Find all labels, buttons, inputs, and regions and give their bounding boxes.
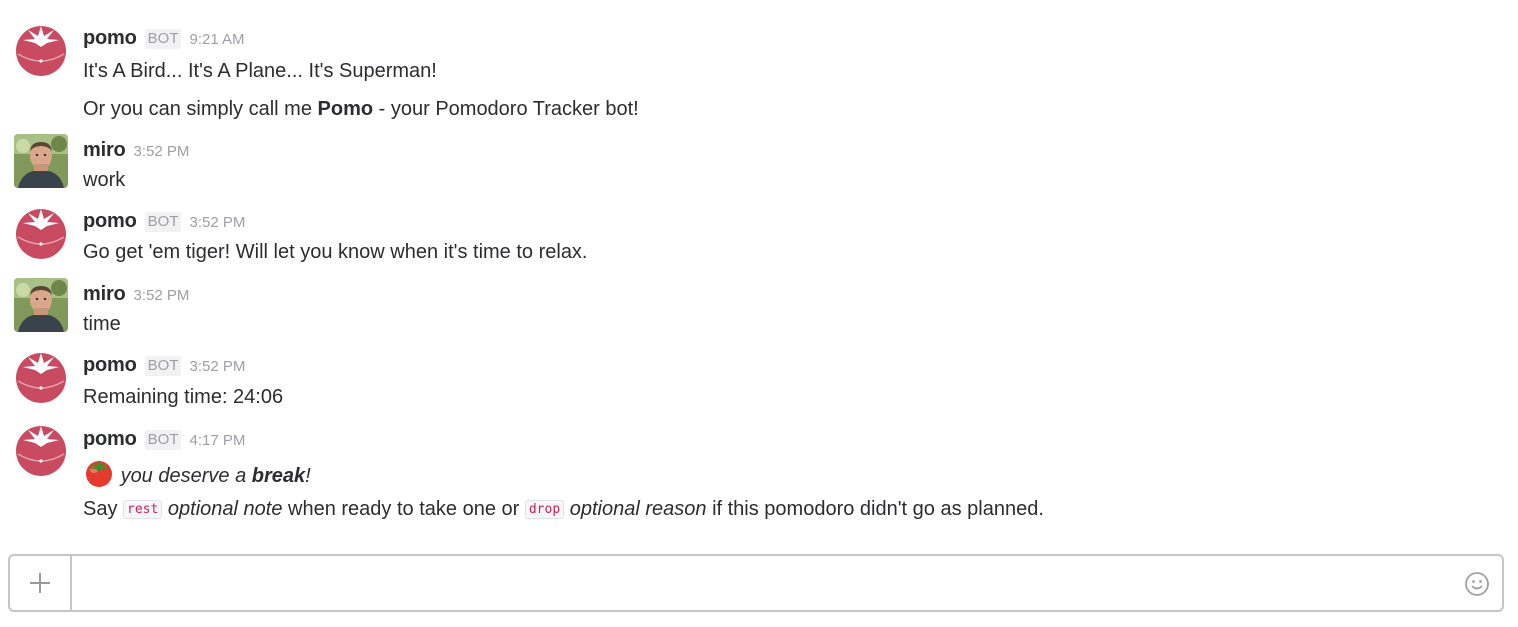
add-attachment-button[interactable] — [10, 556, 72, 610]
message-text: Go get 'em tiger! Will let you know when… — [83, 241, 588, 263]
text-segment: - your Pomodoro Tracker bot! — [373, 98, 639, 120]
message-composer — [8, 554, 1504, 612]
bot-badge: BOT — [144, 356, 182, 376]
message-text: Remaining time: 24:06 — [83, 386, 284, 408]
timestamp[interactable]: 3:52 PM — [189, 214, 245, 231]
italic-text: ! — [305, 465, 311, 487]
bot-badge: BOT — [144, 430, 182, 450]
miro-avatar[interactable] — [14, 134, 68, 188]
plus-icon — [30, 573, 50, 593]
message-header: pomo BOT 3:52 PM — [83, 354, 245, 376]
message-text: Say rest optional note when ready to tak… — [83, 496, 1044, 523]
timestamp[interactable]: 4:17 PM — [189, 432, 245, 449]
message-header: pomo BOT 4:17 PM — [83, 428, 245, 450]
tomato-emoji-icon — [86, 460, 112, 487]
pomo-avatar[interactable] — [14, 422, 68, 476]
author-name[interactable]: miro — [83, 283, 126, 305]
message-text: It's A Bird... It's A Plane... It's Supe… — [83, 60, 437, 82]
text-segment: Say — [83, 498, 118, 520]
pomo-avatar[interactable] — [14, 205, 68, 259]
timestamp[interactable]: 3:52 PM — [134, 143, 190, 160]
smiley-icon[interactable] — [1464, 571, 1490, 597]
message-header: pomo BOT 9:21 AM — [83, 27, 245, 49]
message-header: miro 3:52 PM — [83, 139, 189, 161]
italic-text: you deserve a — [120, 465, 252, 487]
message-text: work — [83, 169, 126, 191]
timestamp[interactable]: 9:21 AM — [189, 31, 244, 48]
bot-badge: BOT — [144, 212, 182, 232]
drop-command-code: drop — [524, 500, 565, 519]
timestamp[interactable]: 3:52 PM — [134, 287, 190, 304]
message-text: you deserve a break! — [83, 456, 311, 489]
text-segment: when ready to take one or — [288, 498, 520, 520]
pomo-avatar[interactable] — [14, 349, 68, 403]
author-name[interactable]: pomo — [83, 210, 137, 232]
author-name[interactable]: pomo — [83, 354, 137, 376]
timestamp[interactable]: 3:52 PM — [189, 358, 245, 375]
message-input[interactable] — [72, 556, 1458, 610]
message-header: pomo BOT 3:52 PM — [83, 210, 245, 232]
rest-command-code: rest — [123, 500, 163, 519]
author-name[interactable]: pomo — [83, 428, 137, 450]
author-name[interactable]: pomo — [83, 27, 137, 49]
pomo-avatar[interactable] — [14, 22, 68, 76]
miro-avatar[interactable] — [14, 278, 68, 332]
text-segment: Or you can simply call me — [83, 98, 318, 120]
bot-badge: BOT — [144, 29, 182, 49]
text-segment: if this pomodoro didn't go as planned. — [712, 498, 1044, 520]
message-header: miro 3:52 PM — [83, 283, 189, 305]
message-text: time — [83, 313, 121, 335]
bold-text: break — [251, 465, 306, 487]
message-text: Or you can simply call me Pomo - your Po… — [83, 96, 639, 122]
italic-text: optional reason — [569, 498, 707, 520]
bold-text: Pomo — [317, 98, 374, 120]
italic-text: optional note — [167, 498, 283, 520]
author-name[interactable]: miro — [83, 139, 126, 161]
